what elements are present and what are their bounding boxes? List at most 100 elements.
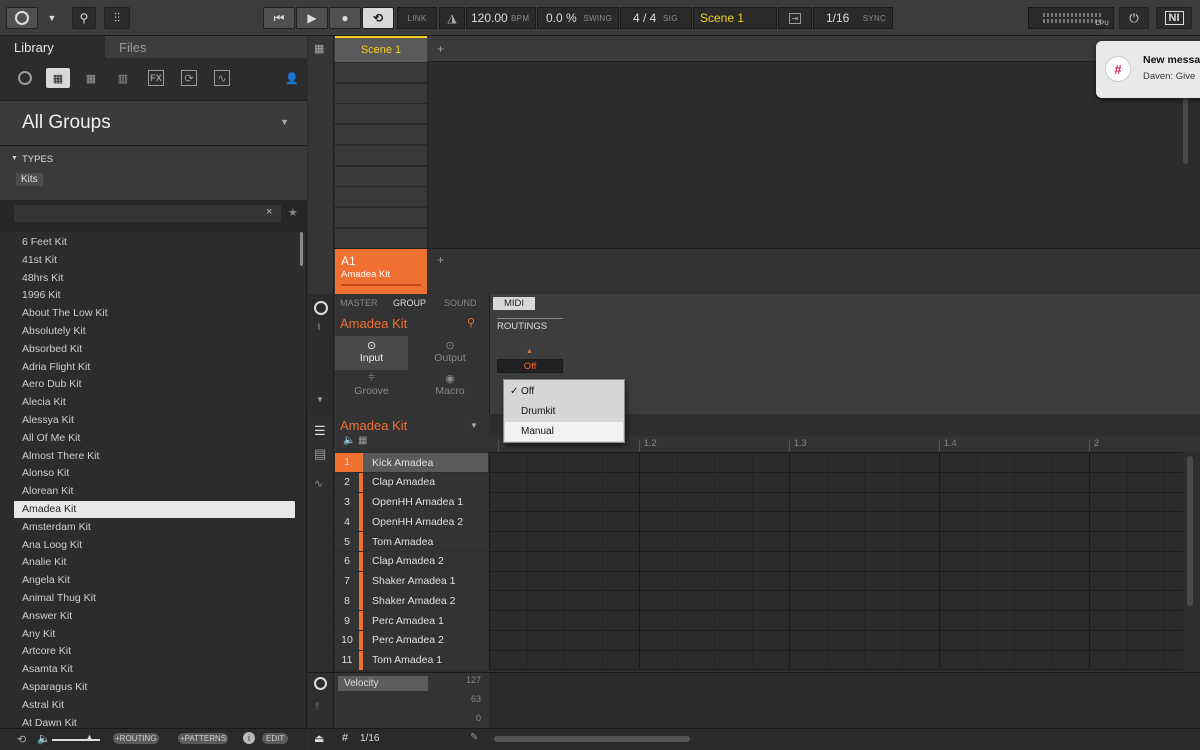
fx-type-icon[interactable]: FX: [148, 70, 164, 86]
search-icon[interactable]: ⚲: [467, 316, 475, 329]
scene-tab[interactable]: Scene 1: [335, 36, 427, 62]
record-button[interactable]: ●: [329, 7, 361, 29]
plugin-mode-icon[interactable]: ⏽: [315, 322, 323, 333]
maschine-logo-button[interactable]: [6, 7, 38, 29]
group-type-icon[interactable]: ▦: [46, 68, 70, 88]
search-input[interactable]: [14, 205, 281, 222]
project-type-icon[interactable]: [17, 70, 33, 86]
main-menu-button[interactable]: ▼: [40, 7, 64, 29]
modulation-icon[interactable]: [314, 677, 327, 690]
tempo-field[interactable]: 120.00 BPM: [466, 7, 536, 29]
swing-field[interactable]: 0.0 % SWING: [537, 7, 619, 29]
library-list-item[interactable]: Adria Flight Kit: [14, 359, 295, 376]
library-list-item[interactable]: Asparagus Kit: [14, 679, 295, 696]
sound-slot-row[interactable]: 5 Tom Amadea: [335, 532, 488, 551]
pattern-step-grid[interactable]: [489, 452, 1184, 670]
mixer-toggle-button[interactable]: ⫶⫶: [104, 7, 130, 29]
library-list-item[interactable]: Absorbed Kit: [14, 341, 295, 358]
groove-page-button[interactable]: ⫩ Groove: [335, 372, 408, 406]
star-icon[interactable]: ★: [288, 206, 298, 219]
list-view-icon[interactable]: ☰: [314, 423, 326, 439]
library-list-item[interactable]: Angela Kit: [14, 572, 295, 589]
library-list-item[interactable]: At Dawn Kit: [14, 715, 295, 728]
arranger-empty-row[interactable]: [335, 166, 427, 187]
library-header[interactable]: All Groups ▼: [0, 100, 307, 146]
control-tab-master[interactable]: MASTER: [340, 298, 378, 308]
ideas-view-icon[interactable]: ▦: [314, 42, 324, 55]
library-list-item[interactable]: Absolutely Kit: [14, 323, 295, 340]
metronome-button[interactable]: ◮: [439, 7, 465, 29]
collapse-icon[interactable]: ▼: [316, 395, 324, 404]
chevron-down-icon[interactable]: ▼: [470, 421, 478, 430]
eject-icon[interactable]: ⏏: [314, 732, 324, 745]
play-button[interactable]: ▶: [296, 7, 328, 29]
sound-slot-row[interactable]: 2 Clap Amadea: [335, 472, 488, 492]
menu-item-manual[interactable]: Manual: [505, 422, 623, 441]
arranger-empty-row[interactable]: [335, 104, 427, 125]
follow-button[interactable]: ⇥: [778, 7, 812, 29]
loop-type-icon[interactable]: ⟳: [181, 70, 197, 86]
keyboard-view-icon[interactable]: ▤: [314, 446, 326, 462]
library-list-item[interactable]: 6 Feet Kit: [14, 234, 295, 251]
pattern-vscrollbar[interactable]: [1187, 456, 1193, 606]
power-button[interactable]: ⏻: [1119, 7, 1149, 29]
arranger-empty-row[interactable]: [335, 228, 427, 249]
grid-icon[interactable]: #: [342, 732, 348, 744]
library-list-item[interactable]: Alorean Kit: [14, 483, 295, 500]
control-tab-sound[interactable]: SOUND: [444, 298, 477, 308]
library-list-item[interactable]: Artcore Kit: [14, 643, 295, 660]
library-list-item[interactable]: Alecia Kit: [14, 394, 295, 411]
sound-slot-row[interactable]: 1 Kick Amadea: [335, 453, 488, 472]
arranger-empty-row[interactable]: [335, 83, 427, 104]
sound-slot-row[interactable]: 11 Tom Amadea 1: [335, 650, 488, 670]
routing-value-field[interactable]: Off: [497, 359, 563, 373]
library-list-item[interactable]: Answer Kit: [14, 608, 295, 625]
library-list-item[interactable]: Analie Kit: [14, 554, 295, 571]
loop-button[interactable]: ⟲: [362, 7, 394, 29]
clear-search-icon[interactable]: ×: [266, 206, 272, 218]
library-list-item[interactable]: Asamta Kit: [14, 661, 295, 678]
sound-slot-row[interactable]: 9 Perc Amadea 1: [335, 611, 488, 630]
step-quantize-value[interactable]: 1/16: [360, 733, 379, 744]
patterns-button[interactable]: +PATTERNS: [178, 733, 229, 744]
sound-slot-row[interactable]: 7 Shaker Amadea 1: [335, 571, 488, 591]
routing-button[interactable]: +ROUTING: [113, 733, 159, 744]
edit-button[interactable]: EDIT: [262, 733, 289, 744]
message-notification[interactable]: # New messa Daven: Give: [1096, 41, 1200, 98]
tab-files[interactable]: Files: [105, 36, 307, 58]
pencil-icon[interactable]: ✎: [470, 732, 478, 743]
group-slot-a1[interactable]: A1 Amadea Kit: [335, 249, 427, 294]
arranger-empty-row[interactable]: [335, 63, 427, 83]
speaker-icon[interactable]: 🔈: [343, 435, 355, 446]
velocity-param-selector[interactable]: Velocity: [338, 676, 428, 691]
channel-mode-icon[interactable]: [314, 301, 328, 315]
library-list-item[interactable]: Amsterdam Kit: [14, 519, 295, 536]
sound-slot-row[interactable]: 10 Perc Amadea 2: [335, 630, 488, 650]
library-list-item[interactable]: Amadea Kit: [14, 501, 295, 518]
library-list-item[interactable]: 41st Kit: [14, 252, 295, 269]
type-tag-kits[interactable]: Kits: [16, 173, 43, 186]
link-toggle[interactable]: LINK: [397, 7, 437, 29]
ni-logo-button[interactable]: NI: [1156, 7, 1192, 29]
browser-toggle-button[interactable]: ⚲: [72, 7, 96, 29]
sound-type-icon[interactable]: ▦: [83, 70, 99, 86]
library-list-item[interactable]: 1996 Kit: [14, 287, 295, 304]
speaker-icon[interactable]: 🔈: [37, 732, 51, 745]
sound-slot-row[interactable]: 3 OpenHH Amadea 1: [335, 492, 488, 512]
menu-item-off[interactable]: ✓ Off: [505, 382, 623, 401]
library-list-item[interactable]: Alessya Kit: [14, 412, 295, 429]
sample-type-icon[interactable]: ∿: [214, 70, 230, 86]
midi-tab[interactable]: MIDI: [493, 297, 535, 310]
pattern-group-name[interactable]: Amadea Kit: [340, 418, 407, 433]
library-list-item[interactable]: Almost There Kit: [14, 448, 295, 465]
velocity-lane-grid[interactable]: [489, 672, 1200, 728]
library-list-item[interactable]: Alonso Kit: [14, 465, 295, 482]
arranger-empty-row[interactable]: [335, 125, 427, 146]
sound-slot-row[interactable]: 8 Shaker Amadea 2: [335, 591, 488, 611]
output-page-button[interactable]: ⊙ Output: [412, 336, 488, 370]
pattern-hscrollbar[interactable]: [494, 736, 690, 742]
macro-page-button[interactable]: ◉ Macro: [412, 372, 488, 406]
autoload-icon[interactable]: ⟲: [17, 733, 26, 746]
control-tab-group[interactable]: GROUP: [393, 298, 426, 308]
library-list-item[interactable]: All Of Me Kit: [14, 430, 295, 447]
